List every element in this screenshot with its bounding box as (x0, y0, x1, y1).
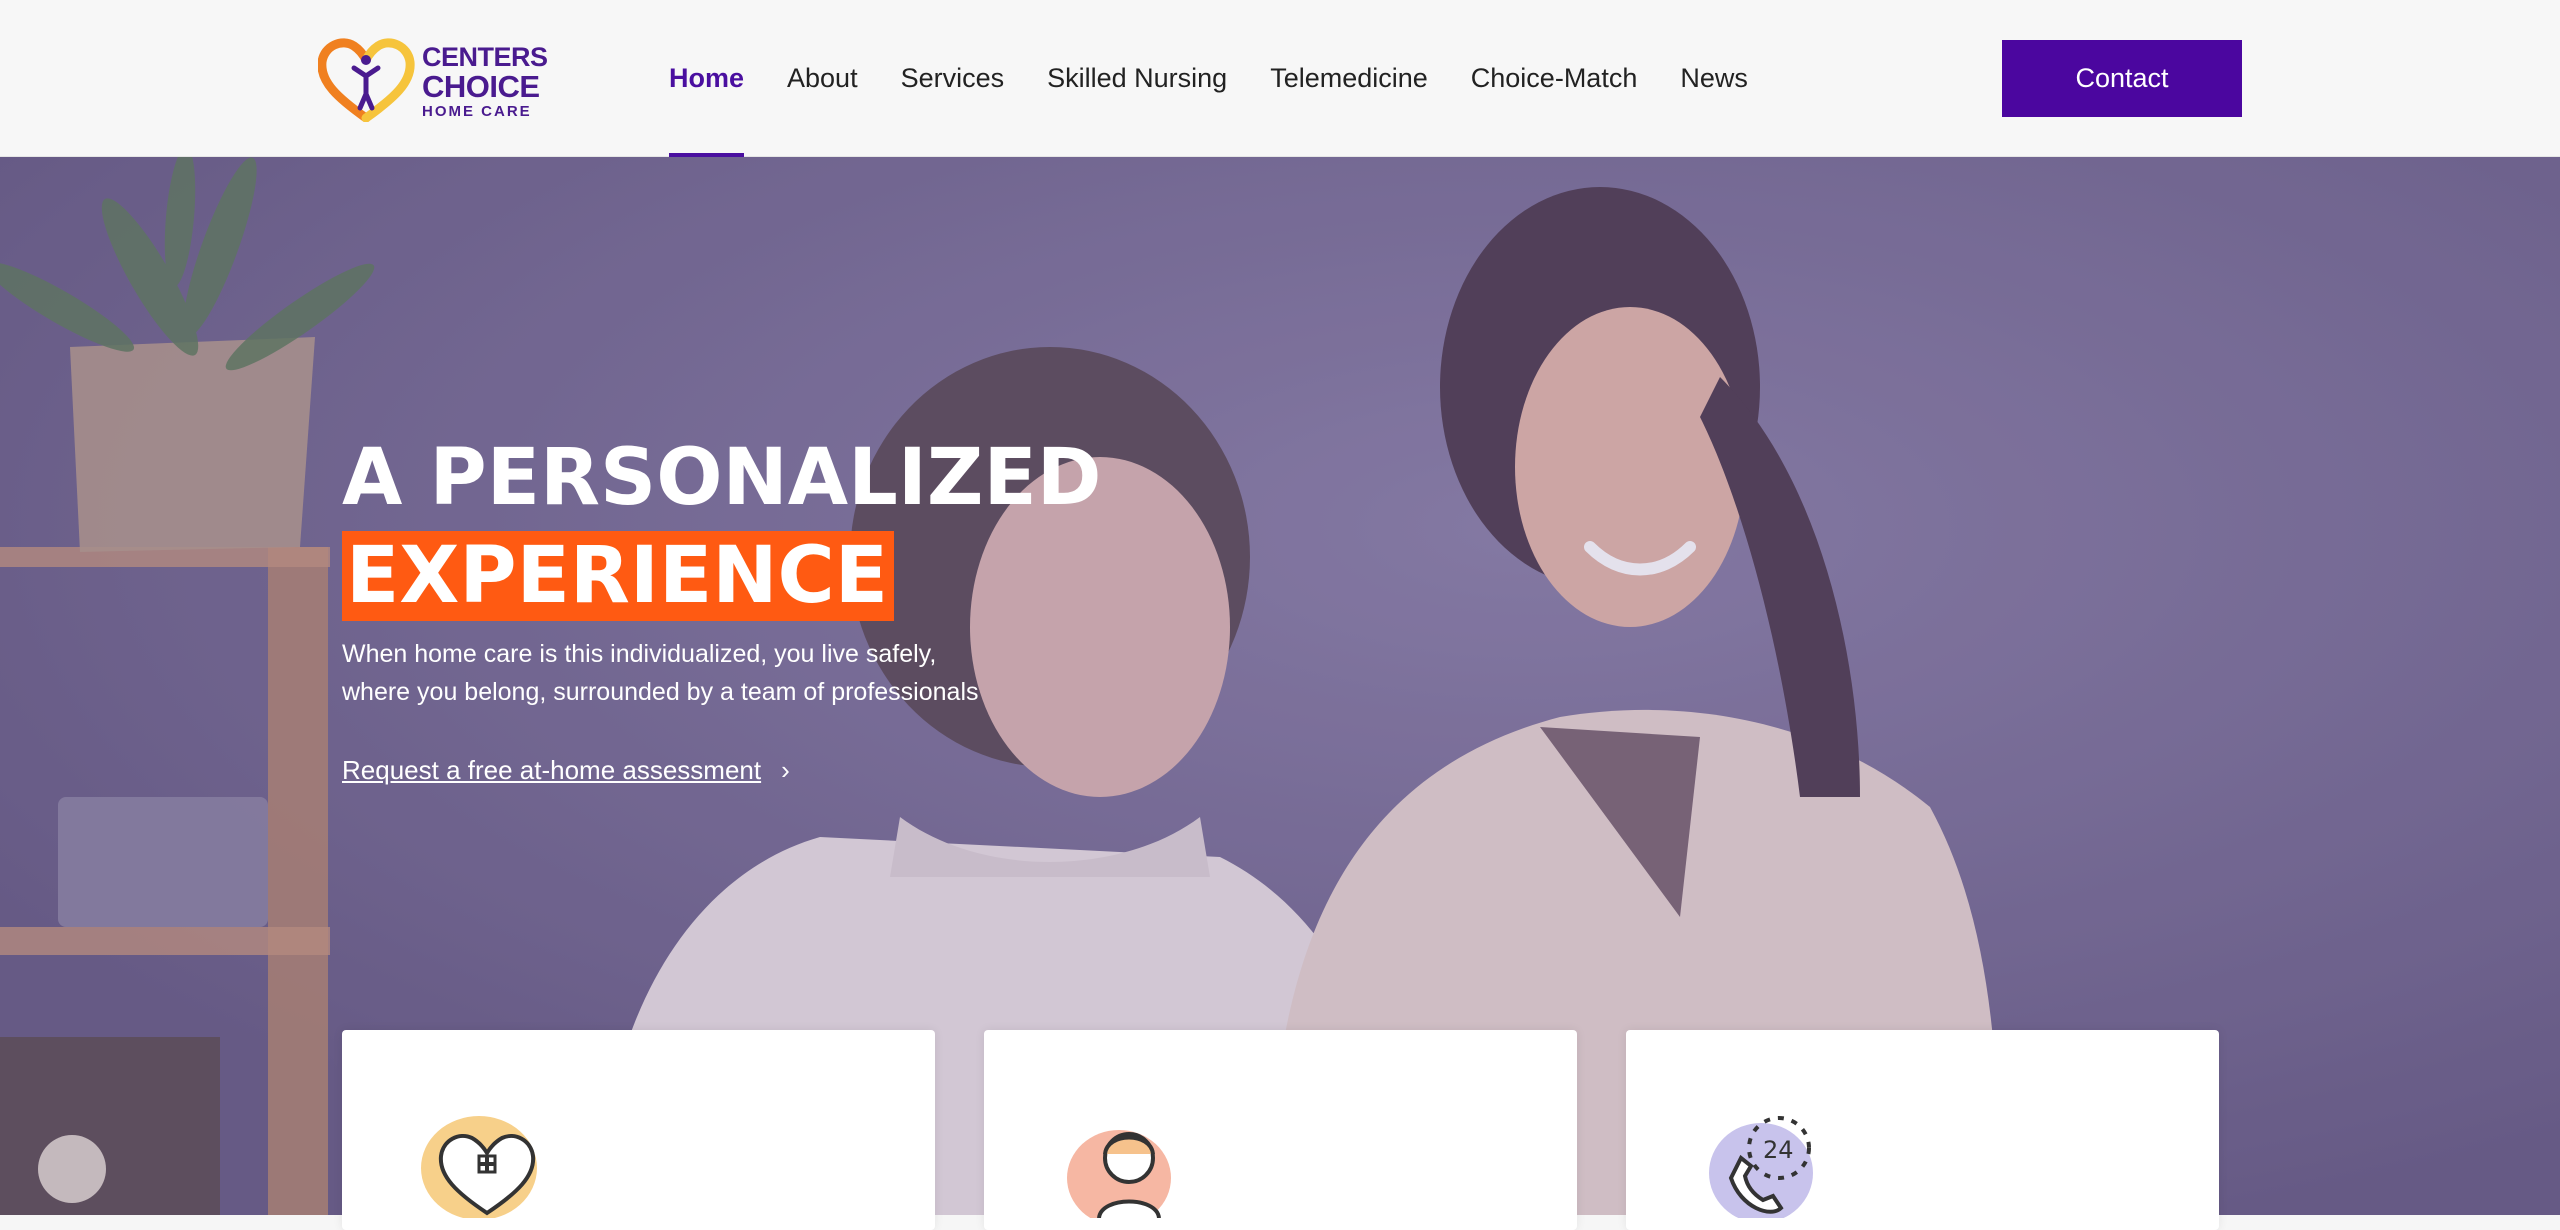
site-header: CENTERS CHOICE HOME CARE Home About Serv… (0, 0, 2560, 157)
phone-24-icon-text: 24 (1763, 1136, 1794, 1164)
logo-line-home-care: HOME CARE (422, 103, 532, 120)
nav-item-skilled-nursing[interactable]: Skilled Nursing (1047, 0, 1227, 157)
brand-logo[interactable]: CENTERS CHOICE HOME CARE (318, 38, 548, 122)
heart-person-icon (318, 38, 415, 122)
feature-card-24-7[interactable]: 24 (1626, 1030, 2219, 1230)
hero-title-line1: A PERSONALIZED (342, 433, 1102, 524)
chevron-right-icon: › (781, 755, 790, 785)
logo-line-choice: CHOICE (422, 69, 540, 104)
nav-item-about[interactable]: About (787, 0, 858, 157)
nav-item-news[interactable]: News (1680, 0, 1748, 157)
contact-button[interactable]: Contact (2002, 40, 2242, 117)
hero-subtitle: When home care is this individualized, y… (342, 635, 1062, 711)
request-assessment-label: Request a free at-home assessment (342, 755, 762, 785)
feature-card-nursing[interactable] (984, 1030, 1577, 1230)
hero-title: A PERSONALIZED EXPERIENCE (342, 433, 1102, 622)
nurse-icon (1067, 1130, 1171, 1218)
logo-wordmark: CENTERS CHOICE HOME CARE (422, 42, 548, 120)
request-assessment-link[interactable]: Request a free at-home assessment › (342, 755, 790, 786)
hero-subtitle-line2: where you belong, surrounded by a team o… (342, 678, 979, 706)
nav-item-home[interactable]: Home (669, 0, 745, 157)
main-nav: Home About Services Skilled Nursing Tele… (669, 0, 1791, 157)
logo-line-centers: CENTERS (422, 42, 548, 72)
hero-subtitle-line1: When home care is this individualized, y… (342, 640, 937, 668)
heart-cross-icon (421, 1116, 537, 1218)
nav-item-services[interactable]: Services (901, 0, 1005, 157)
nav-item-telemedicine[interactable]: Telemedicine (1270, 0, 1428, 157)
hero-title-highlight: EXPERIENCE (342, 531, 895, 622)
feature-card-care[interactable] (342, 1030, 935, 1230)
nav-item-choice-match[interactable]: Choice-Match (1471, 0, 1638, 157)
phone-24-icon: 24 (1709, 1116, 1813, 1218)
